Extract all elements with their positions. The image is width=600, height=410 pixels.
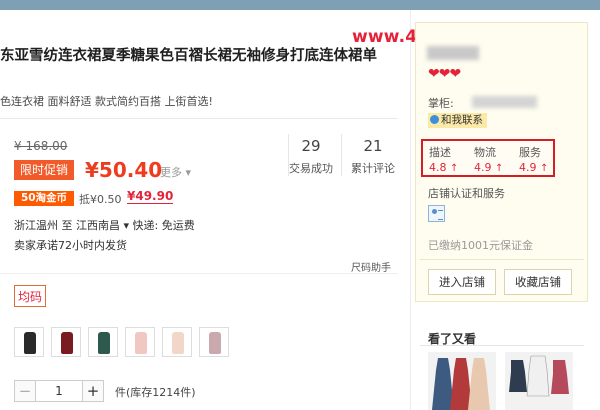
id-card-icon[interactable] xyxy=(428,205,445,222)
also-viewed-item-image[interactable] xyxy=(505,352,573,410)
arrow-up-icon: ↑ xyxy=(540,163,549,174)
size-option-chip[interactable]: 均码 xyxy=(14,285,46,307)
deposit-info: 已缴纳1001元保证金 xyxy=(428,239,533,252)
color-swatch-thumbnail[interactable] xyxy=(199,327,229,357)
contact-label: 和我联系 xyxy=(441,114,483,126)
dress-icon xyxy=(135,332,147,354)
dress-icon xyxy=(61,332,73,354)
coin-badge: 50淘金币 xyxy=(14,191,74,206)
color-swatch-thumbnail[interactable] xyxy=(51,327,81,357)
top-banner-strip xyxy=(0,0,600,10)
quantity-input[interactable] xyxy=(36,380,82,402)
color-swatch-thumbnail[interactable] xyxy=(162,327,192,357)
rating-value: 4.8 xyxy=(429,161,447,174)
stock-info: 件(库存1214件) xyxy=(115,386,196,399)
divider xyxy=(0,118,398,119)
stat-review-count[interactable]: 21 xyxy=(343,137,403,155)
arrow-up-icon: ↑ xyxy=(450,163,459,174)
favorite-shop-button[interactable]: 收藏店铺 xyxy=(504,269,572,295)
divider xyxy=(420,259,584,260)
rating-service: 服务 4.9 ↑ xyxy=(519,144,561,174)
rating-label: 服务 xyxy=(519,146,541,159)
dress-icon xyxy=(209,332,221,354)
color-swatch-thumbnail[interactable] xyxy=(14,327,44,357)
arrow-up-icon: ↑ xyxy=(495,163,504,174)
product-title: 东亚雪纺连衣裙夏季糖果色百褶长裙无袖修身打底连体裙单 xyxy=(0,48,377,64)
stat-review-label[interactable]: 累计评论 xyxy=(343,160,403,176)
chat-icon xyxy=(430,115,439,124)
rating-label: 物流 xyxy=(474,146,496,159)
dress-icon xyxy=(98,332,110,354)
rating-label: 描述 xyxy=(429,146,451,159)
rating-value: 4.9 xyxy=(474,161,492,174)
product-subtitle: 色连衣裙 面料舒适 款式简约百搭 上街首选! xyxy=(0,95,213,108)
enter-shop-button[interactable]: 进入店铺 xyxy=(428,269,496,295)
color-swatch-thumbnail[interactable] xyxy=(125,327,155,357)
coin-price: ¥49.90 xyxy=(127,189,174,204)
coin-offset: 抵¥0.50 xyxy=(79,193,122,206)
column-divider xyxy=(410,10,411,410)
rating-value: 4.9 xyxy=(519,161,537,174)
delivery-promise: 卖家承诺72小时内发货 xyxy=(14,239,127,252)
certification-label: 店铺认证和服务 xyxy=(428,187,505,200)
contact-seller-button[interactable]: 和我联系 xyxy=(428,113,487,128)
shop-level-hearts: ❤❤❤ xyxy=(428,66,461,82)
rating-description: 描述 4.8 ↑ xyxy=(429,144,471,174)
sale-price: ¥50.40 xyxy=(85,158,163,182)
shop-rating-box: 描述 4.8 ↑ 物流 4.9 ↑ 服务 4.9 ↑ xyxy=(421,139,555,177)
promo-badge: 限时促销 xyxy=(14,160,74,180)
shop-name-obscured xyxy=(427,46,479,60)
keeper-label: 掌柜: xyxy=(428,97,454,110)
rating-logistics: 物流 4.9 ↑ xyxy=(474,144,516,174)
more-promotions-dropdown[interactable]: 更多 ▾ xyxy=(160,164,191,180)
keeper-name-obscured xyxy=(472,96,537,108)
color-swatch-thumbnail[interactable] xyxy=(88,327,118,357)
stat-sales-count: 29 xyxy=(301,137,321,155)
quantity-increase-button[interactable]: + xyxy=(82,380,104,402)
stat-divider xyxy=(341,134,342,176)
divider xyxy=(0,273,398,274)
quantity-decrease-button[interactable]: − xyxy=(14,380,36,402)
stat-sales-label: 交易成功 xyxy=(289,162,333,175)
original-price: ¥ 168.00 xyxy=(14,139,68,153)
also-viewed-item-image[interactable] xyxy=(428,352,496,410)
dress-icon xyxy=(172,332,184,354)
shipping-info[interactable]: 浙江温州 至 江西南昌 ▾ 快递: 免运费 xyxy=(14,217,195,233)
dress-icon xyxy=(24,332,36,354)
size-helper-link[interactable]: 尺码助手 xyxy=(351,259,391,274)
divider xyxy=(420,345,584,346)
